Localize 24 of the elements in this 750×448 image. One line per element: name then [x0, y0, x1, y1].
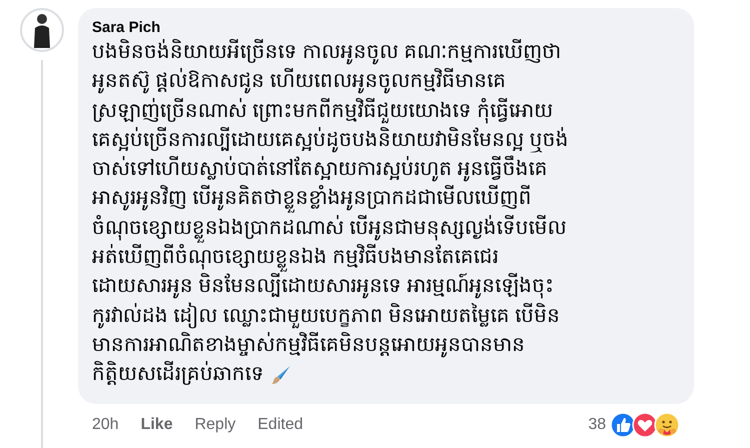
comment-text-line: ស្រឡាញ់ច្រើនណាស់ ព្រោះមកពីកម្មវិធីជួយយោងទេ កុំធ្វើអោយ	[92, 97, 554, 126]
reply-link[interactable]: Reply	[194, 416, 236, 434]
comment-text-line: ដោយសារអូន មិនមែនល្បីដោយសារអូនទេ អារម្មណ៍អូនឡើងចុះ	[92, 272, 556, 300]
hugging-face-icon[interactable]	[654, 412, 680, 438]
comment-text-line: កូរវាល់ដង ដៀល ឈ្លោះជាមួយបេក្ខភាព មិនអោយតម្លៃគេ បើមិន	[92, 302, 562, 330]
like-reaction-icon[interactable]	[610, 412, 636, 438]
comment-text-line: ចាស់ទៅហើយស្លាប់បាត់នៅតែស្អាយការស្អប់រហូត អូនធ្វើចឹងគេ	[92, 155, 682, 184]
comment-text-line: អូនតស៊ូ ផ្តល់ឱកាសជូន ហើយពេលអូនចូលកម្មវិធីមានគេ	[92, 67, 508, 96]
comment-text-line: បងមិនចង់និយាយអីច្រើនទេ កាលអូនចូល គណៈកម្មការឃើញថា	[92, 38, 562, 66]
person-silhouette-icon	[31, 12, 53, 48]
heart-reaction-icon[interactable]	[632, 412, 658, 438]
paintbrush-icon	[270, 364, 292, 386]
author-name[interactable]: Sara Pich	[92, 18, 682, 38]
comment-text-line: ចំណុចខ្សោយខ្លួនឯងប្រាកដណាស់ បើអូនជាមនុស្សល្ងង់ទើបមើល	[92, 214, 682, 244]
comment-text-line: គេស្អប់ច្រើនការល្បីដោយគេស្អប់ដូចបងនិយាយវាមិនមែនល្អ ឬចង់	[92, 126, 570, 154]
edited-label: Edited	[258, 416, 303, 434]
comment-text-line: អត់ឃើញពីចំណុចខ្សោយខ្លួនឯង កម្មវិធីបងមានតែគេជេរ	[92, 243, 682, 272]
comment-time[interactable]: 20h	[92, 416, 119, 434]
comment-text-line: កិត្តិយសដើរគ្រប់ឆាកទេ	[92, 360, 264, 388]
reaction-count[interactable]: 38	[588, 416, 606, 434]
comment-text-line: មានការអាណិតខាងម្ចាស់កម្មវិធីគេមិនបន្តអោយអូនបានមាន	[92, 331, 526, 360]
avatar[interactable]	[20, 8, 64, 52]
comment-text-line: អាសូរអូនវិញ បើអូនគិតថាខ្លួនខ្លាំងអូនប្រាកដជាមើលឃើញពី	[92, 184, 682, 214]
like-link[interactable]: Like	[140, 416, 173, 434]
